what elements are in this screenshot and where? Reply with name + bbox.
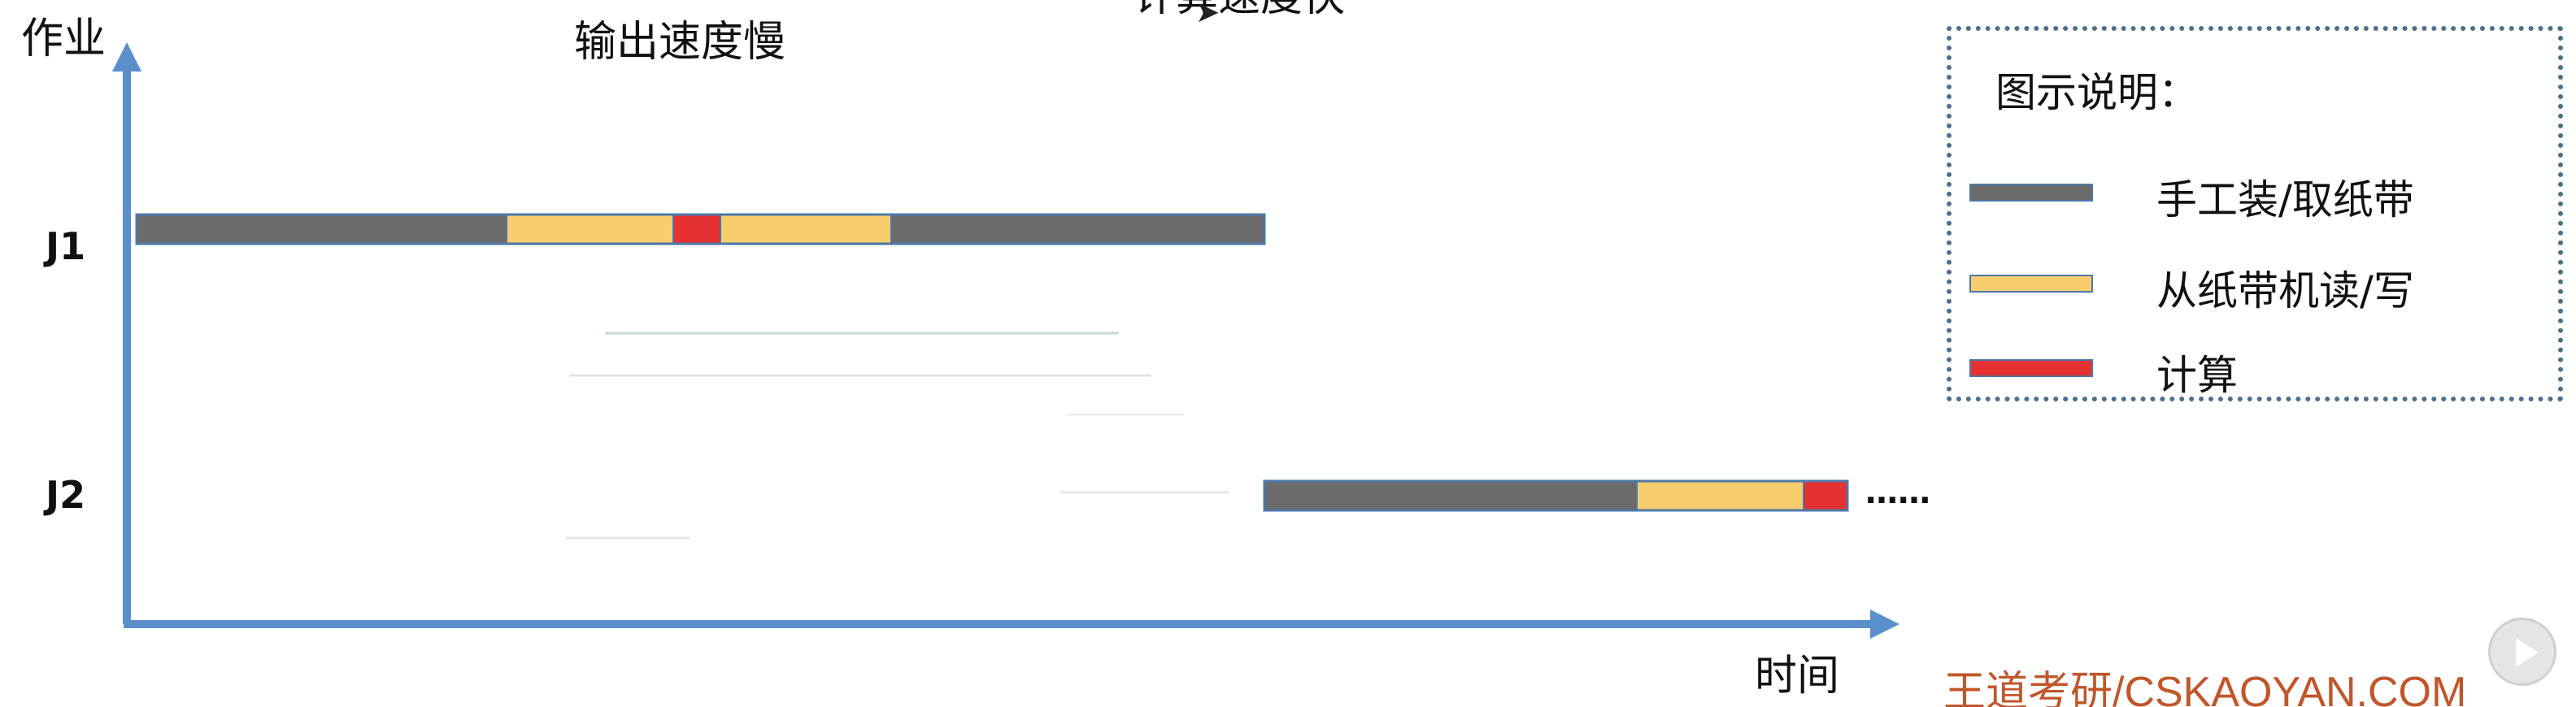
segment-j1-manual	[890, 214, 1265, 245]
segment-j1-manual	[136, 214, 507, 245]
y-axis-arrow	[112, 42, 141, 72]
cursor-icon: ➤	[1195, 0, 1221, 29]
legend-label-tape: 从纸带机读/写	[2156, 267, 2414, 314]
header-output-speed: 输出速度慢	[574, 18, 786, 67]
job-label-j1: J1	[46, 224, 86, 268]
j2-continuation: ……	[1865, 474, 1930, 511]
segment-j2-manual	[1264, 480, 1638, 511]
faint-guide-lines	[566, 332, 1229, 540]
x-axis-arrow	[1870, 609, 1899, 639]
header-compute-speed: 计算速度快	[1134, 0, 1345, 18]
legend-swatch-tape	[1969, 275, 2093, 293]
segment-j1-tape	[720, 214, 892, 245]
legend-swatch-compute	[1969, 359, 2093, 377]
segment-j2-tape	[1636, 480, 1804, 511]
legend-title: 图示说明：	[1995, 69, 2199, 116]
axes	[112, 42, 1899, 639]
legend-label-compute: 计算	[2156, 352, 2238, 399]
legend-swatch-manual	[1969, 184, 2093, 202]
legend-box: 图示说明： 手工装/取纸带 从纸带机读/写 计算	[1947, 26, 2563, 401]
y-axis-label: 作业	[21, 15, 107, 63]
watermark: 王道考研/CSKAOYAN.COM	[1943, 669, 2467, 707]
play-triangle-icon	[2516, 638, 2539, 667]
legend-label-manual: 手工装/取纸带	[2156, 176, 2414, 223]
x-axis-label: 时间	[1755, 652, 1840, 700]
segment-j1-compute	[672, 214, 721, 245]
play-circle-icon[interactable]	[2488, 618, 2556, 686]
job-label-j2: J2	[46, 473, 86, 517]
segment-j2-compute	[1803, 480, 1848, 511]
segment-j1-tape	[506, 214, 674, 245]
job-bars	[135, 213, 1849, 512]
